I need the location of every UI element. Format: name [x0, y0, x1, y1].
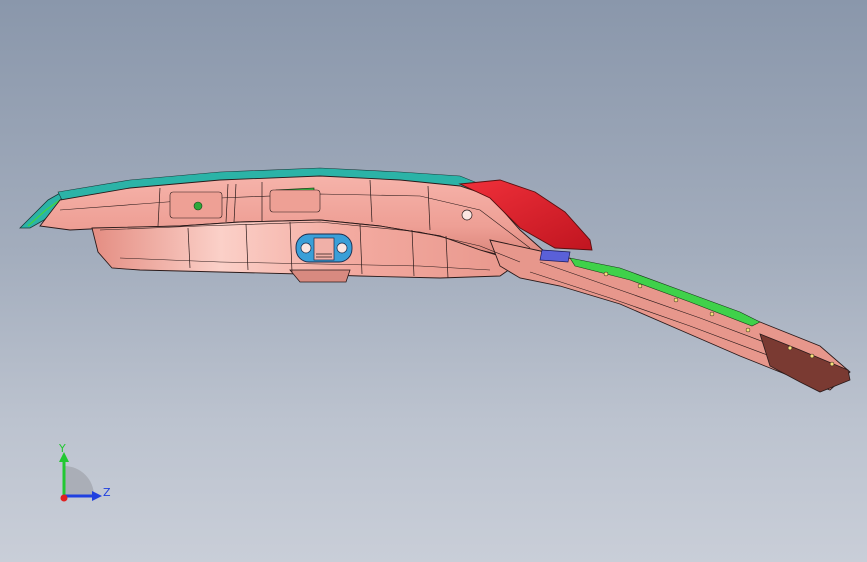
white-hole	[461, 209, 473, 221]
axis-triad: Y Z	[58, 442, 111, 502]
triad-quarter-disc	[64, 466, 94, 496]
green-marker	[193, 201, 203, 211]
recess-panel-mid	[269, 189, 321, 213]
x-axis-dot	[60, 494, 68, 502]
blue-block	[539, 249, 571, 263]
z-axis-arrow	[92, 491, 102, 501]
z-axis-label: Z	[103, 486, 111, 499]
y-axis-label: Y	[58, 442, 66, 455]
cad-part-model[interactable]	[0, 0, 867, 562]
bottom-bracket	[289, 269, 351, 283]
graphics-viewport[interactable]: Y Z	[0, 0, 867, 562]
